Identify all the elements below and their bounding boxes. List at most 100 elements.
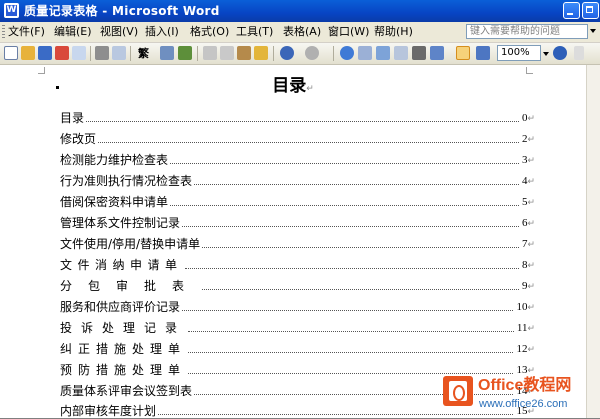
hyperlink-icon[interactable] [340,46,354,60]
toolbar-separator [333,46,334,61]
vertical-scrollbar[interactable] [586,65,600,418]
menu-window[interactable]: 窗口(W) [328,25,369,39]
window-title: 质量记录表格 - Microsoft Word [24,4,220,18]
insert-excel-icon[interactable] [394,46,408,60]
toc-page-number: 0↵ [521,112,535,124]
document-map-icon[interactable] [456,46,470,60]
toc-page-number: 7↵ [521,238,535,250]
leader-dots [182,225,519,227]
maximize-button[interactable] [582,2,599,19]
leader-dots [170,204,519,206]
toc-entry[interactable]: 分包审批表 9↵ [60,273,535,294]
menu-file[interactable]: 文件(F) [8,25,45,39]
toc-page-number: 5↵ [521,196,535,208]
new-document-icon[interactable] [4,46,18,60]
toc-page-number: 10↵ [516,301,535,313]
word-app-icon[interactable]: W [4,3,19,18]
columns-icon[interactable] [412,46,426,60]
toc-page-number: 9↵ [521,280,535,292]
toc-entry[interactable]: 投诉处理记录 11↵ [60,315,535,336]
leader-dots [202,288,519,290]
tables-borders-icon[interactable] [358,46,372,60]
document-page[interactable]: 目录↵ 目录 0↵ 修改页 2↵ 检测能力维护检查表 3↵ 行为准则执行情况检查表 4↵… [0,65,586,418]
leader-dots [202,246,519,248]
cut-icon[interactable] [203,46,217,60]
watermark-logo: Office教程网 www.office26.com [443,376,600,418]
insert-table-icon[interactable] [376,46,390,60]
copy-icon[interactable] [220,46,234,60]
leader-dots [86,120,519,122]
email-icon[interactable] [72,46,86,60]
document-area: 目录↵ 目录 0↵ 修改页 2↵ 检测能力维护检查表 3↵ 行为准则执行情况检查表 4↵… [0,65,600,418]
traditional-simplified-icon[interactable]: 繁 [138,47,149,60]
drawing-icon[interactable] [430,46,444,60]
help-question-input[interactable]: 键入需要帮助的问题 [466,24,588,39]
paragraph-mark: ↵ [306,84,314,94]
toc-entry[interactable]: 管理体系文件控制记录 6↵ [60,210,535,231]
redo-icon[interactable] [305,46,319,60]
menu-format[interactable]: 格式(O) [190,25,229,39]
toc-page-number: 12↵ [516,343,535,355]
menu-help[interactable]: 帮助(H) [374,25,413,39]
toolbar-separator [90,46,91,61]
leader-dots [188,351,514,353]
leader-dots [194,183,519,185]
zoom-select[interactable]: 100% [497,45,541,61]
toc-page-number: 11↵ [516,322,535,334]
menu-insert[interactable]: 插入(I) [145,25,179,39]
leader-dots [188,372,514,374]
leader-dots [184,267,519,269]
toc-entry[interactable]: 目录 0↵ [60,105,535,126]
menu-bar: 文件(F) 编辑(E) 视图(V) 插入(I) 格式(O) 工具(T) 表格(A… [0,22,600,43]
menu-table[interactable]: 表格(A) [283,25,321,39]
toolbar-options-icon[interactable] [574,46,584,60]
standard-toolbar: 繁 100% [0,43,600,65]
show-hide-icon[interactable] [476,46,490,60]
toc-page-number: 6↵ [521,217,535,229]
leader-dots [170,162,519,164]
watermark-url: www.office26.com [479,398,568,410]
watermark-brand: Office教程网 [478,377,572,394]
minimize-button[interactable] [563,2,580,19]
leader-dots [182,309,514,311]
save-icon[interactable] [38,46,52,60]
spelling-icon[interactable] [160,46,174,60]
toc-page-number: 3↵ [521,154,535,166]
toc-entry[interactable]: 修改页 2↵ [60,126,535,147]
margin-corner-mark [526,67,533,74]
toc-entry[interactable]: 文件使用/停用/替换申请单 7↵ [60,231,535,252]
menu-tools[interactable]: 工具(T) [236,25,273,39]
open-folder-icon[interactable] [21,46,35,60]
toolbar-separator [130,46,131,61]
leader-dots [98,141,519,143]
margin-corner-mark [38,67,45,74]
toc-page-number: 2↵ [521,133,535,145]
toc-page-number: 8↵ [521,259,535,271]
menu-edit[interactable]: 编辑(E) [54,25,92,39]
menu-view[interactable]: 视图(V) [100,25,138,39]
toc-entry[interactable]: 服务和供应商评价记录 10↵ [60,294,535,315]
toc-entry[interactable]: 借阅保密资料申请单 5↵ [60,189,535,210]
permission-icon[interactable] [55,46,69,60]
toc-entry[interactable]: 检测能力维护检查表 3↵ [60,147,535,168]
toc-entry[interactable]: 行为准则执行情况检查表 4↵ [60,168,535,189]
menubar-grip-handle[interactable] [2,25,5,39]
toc-page-number: 4↵ [521,175,535,187]
help-icon[interactable] [553,46,567,60]
title-bar: W 质量记录表格 - Microsoft Word [0,0,600,22]
leader-dots [188,330,514,332]
format-painter-icon[interactable] [254,46,268,60]
undo-icon[interactable] [280,46,294,60]
print-icon[interactable] [95,46,109,60]
zoom-dropdown-arrow-icon[interactable] [543,52,549,56]
research-icon[interactable] [178,46,192,60]
toolbar-separator [197,46,198,61]
toolbar-separator [273,46,274,61]
print-preview-icon[interactable] [112,46,126,60]
toc-entry[interactable]: 文件消纳申请单 8↵ [60,252,535,273]
office-logo-icon [443,376,473,406]
paste-icon[interactable] [237,46,251,60]
toc-entry[interactable]: 纠正措施处理单 12↵ [60,336,535,357]
help-dropdown-arrow-icon[interactable] [590,29,596,33]
toc-entry[interactable]: 预防措施处理单 13↵ [60,357,535,378]
